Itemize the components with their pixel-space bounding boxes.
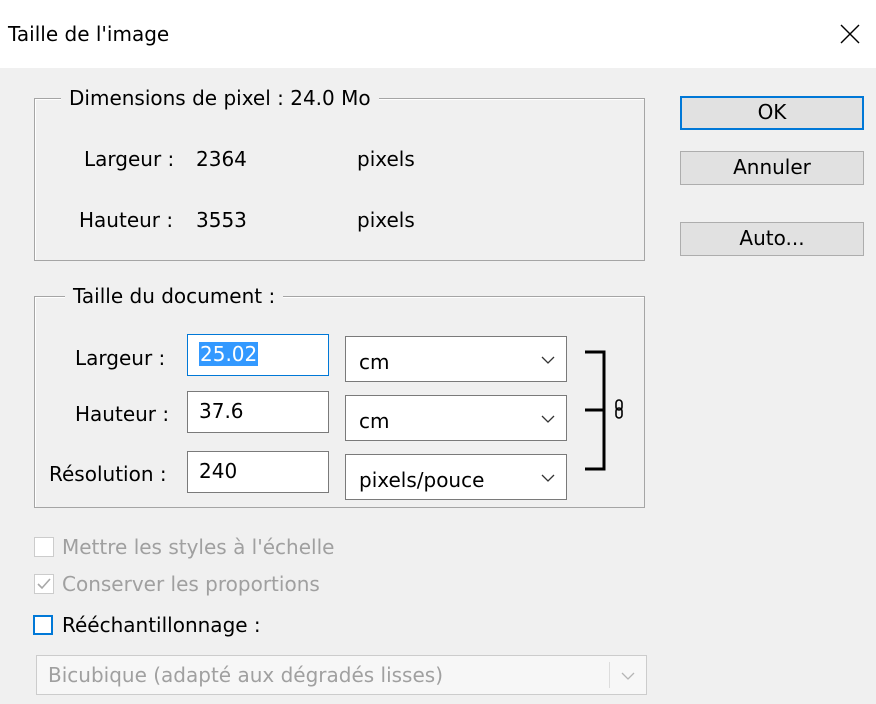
doc-width-value: 25.02 bbox=[199, 342, 259, 366]
doc-resolution-unit-value: pixels/pouce bbox=[359, 468, 485, 492]
pixel-height-label: Hauteur : bbox=[79, 208, 174, 232]
pixel-height-value: 3553 bbox=[196, 208, 247, 232]
doc-width-label: Largeur : bbox=[75, 346, 166, 370]
cancel-button[interactable]: Annuler bbox=[680, 151, 864, 185]
constrain-proportions-label: Conserver les proportions bbox=[62, 572, 320, 596]
doc-width-input[interactable]: 25.02 bbox=[187, 334, 329, 376]
chain-link-icon bbox=[615, 399, 623, 419]
constrain-proportions-checkbox[interactable] bbox=[34, 574, 54, 594]
pixel-width-label: Largeur : bbox=[84, 147, 175, 171]
auto-button[interactable]: Auto... bbox=[680, 222, 864, 256]
dropdown-divider bbox=[609, 662, 610, 688]
checkmark-icon bbox=[37, 578, 51, 590]
doc-height-label: Hauteur : bbox=[75, 402, 170, 426]
doc-resolution-input[interactable]: 240 bbox=[187, 451, 329, 493]
doc-width-unit-select[interactable]: cm bbox=[345, 336, 567, 382]
doc-height-value: 37.6 bbox=[199, 399, 244, 423]
pixel-dimensions-legend: Dimensions de pixel : 24.0 Mo bbox=[61, 85, 379, 111]
document-size-legend: Taille du document : bbox=[65, 283, 284, 309]
chevron-down-icon bbox=[621, 672, 635, 680]
resample-checkbox[interactable] bbox=[33, 615, 53, 635]
doc-height-input[interactable]: 37.6 bbox=[187, 391, 329, 433]
proportion-link-bracket bbox=[585, 350, 623, 471]
ok-button[interactable]: OK bbox=[680, 96, 864, 130]
doc-resolution-unit-select[interactable]: pixels/pouce bbox=[345, 454, 567, 500]
resample-method-value: Bicubique (adapté aux dégradés lisses) bbox=[48, 663, 443, 687]
pixel-height-unit: pixels bbox=[357, 208, 415, 232]
scale-styles-label: Mettre les styles à l'échelle bbox=[62, 535, 335, 559]
scale-styles-checkbox[interactable] bbox=[34, 537, 54, 557]
chevron-down-icon bbox=[541, 415, 555, 423]
doc-width-unit-value: cm bbox=[359, 350, 390, 374]
pixel-width-value: 2364 bbox=[196, 147, 247, 171]
chevron-down-icon bbox=[541, 474, 555, 482]
dialog-title: Taille de l'image bbox=[8, 22, 170, 46]
doc-resolution-label: Résolution : bbox=[49, 462, 167, 486]
title-bar: Taille de l'image bbox=[0, 0, 876, 68]
image-size-dialog: Taille de l'image Dimensions de pixel : … bbox=[0, 0, 876, 704]
resample-method-select[interactable]: Bicubique (adapté aux dégradés lisses) bbox=[36, 655, 647, 695]
pixel-dimensions-group: Dimensions de pixel : 24.0 Mo bbox=[34, 85, 645, 261]
doc-height-unit-select[interactable]: cm bbox=[345, 395, 567, 441]
pixel-width-unit: pixels bbox=[357, 147, 415, 171]
resample-label: Rééchantillonnage : bbox=[62, 613, 261, 637]
close-icon[interactable] bbox=[828, 12, 872, 56]
doc-resolution-value: 240 bbox=[199, 459, 238, 483]
chevron-down-icon bbox=[541, 356, 555, 364]
doc-height-unit-value: cm bbox=[359, 409, 390, 433]
